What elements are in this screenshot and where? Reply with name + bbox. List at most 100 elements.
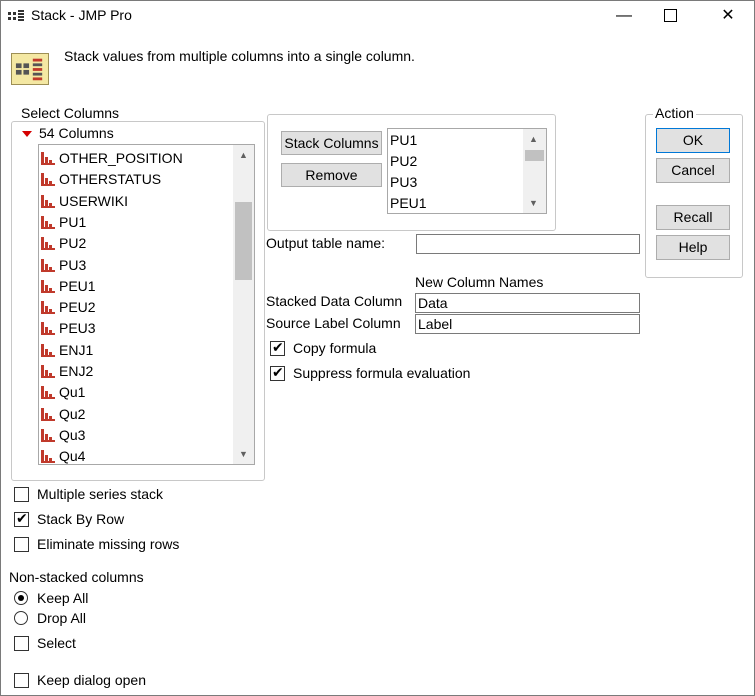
continuous-column-icon [41,343,55,357]
continuous-column-icon [41,258,55,272]
continuous-column-icon [41,173,55,187]
column-list-item-label: PU2 [59,235,87,252]
stacked-column-item-label: PU2 [390,153,418,169]
checkmark-icon: ✔ [272,339,284,355]
action-label: Action [653,105,696,121]
column-list-item[interactable]: OTHERSTATUS [39,169,233,190]
column-list-item[interactable]: ENJ1 [39,340,233,361]
cancel-button[interactable]: Cancel [656,158,730,183]
output-table-name-label: Output table name: [266,235,386,251]
remove-button[interactable]: Remove [281,163,382,187]
recall-button[interactable]: Recall [656,205,730,230]
continuous-column-icon [41,279,55,293]
stack-by-row-checkbox[interactable]: ✔ [14,510,29,527]
suppress-formula-evaluation-checkbox[interactable]: ✔ [270,364,285,381]
close-button[interactable]: ✕ [705,1,751,31]
copy-formula-label: Copy formula [293,340,377,356]
column-list-item[interactable]: PU3 [39,255,233,276]
help-button[interactable]: Help [656,235,730,260]
stack-platform-icon [11,53,49,85]
column-list-item-label: Qu1 [59,384,86,401]
multiple-series-stack-label: Multiple series stack [37,486,164,502]
scroll-thumb[interactable] [235,202,252,280]
drop-all-radio[interactable] [14,611,28,625]
column-list-item-label: PEU1 [59,277,96,294]
keep-dialog-open-label: Keep dialog open [37,672,146,688]
stack-columns-button[interactable]: Stack Columns [281,131,382,155]
continuous-column-icon [41,450,55,464]
ok-button[interactable]: OK [656,128,730,153]
checkmark-icon: ✔ [272,364,284,380]
keep-all-radio[interactable] [14,591,28,605]
source-label-column-label: Source Label Column [266,315,401,331]
column-list-item[interactable]: PEU2 [39,297,233,318]
column-list-item[interactable]: PU1 [39,212,233,233]
keep-all-label: Keep All [37,590,89,606]
suppress-formula-evaluation-label: Suppress formula evaluation [293,365,471,381]
source-label-column-field[interactable]: Label [415,314,640,334]
copy-formula-checkbox[interactable]: ✔ [270,339,285,356]
column-list-item-label: ENJ2 [59,363,94,379]
continuous-column-icon [41,194,55,208]
column-list-item[interactable]: OTHER_POSITION [39,148,233,169]
continuous-column-icon [41,365,55,378]
stacked-column-item-label: PU3 [390,174,418,190]
close-icon: ✕ [721,7,735,24]
column-list-item-label: PU3 [59,256,87,273]
multiple-series-stack-checkbox[interactable] [14,487,29,502]
scroll-up-arrow-icon[interactable]: ▲ [523,130,544,148]
column-list-item-label: PEU2 [59,299,96,316]
stacked-column-item-label: PEU1 [390,195,427,211]
continuous-column-icon [41,386,55,400]
column-list-item[interactable]: USERWIKI [39,191,233,212]
column-list-item[interactable]: ENJ2 [39,361,233,382]
scroll-down-arrow-icon[interactable]: ▼ [233,445,254,463]
column-list-item-label: OTHER_POSITION [59,150,183,166]
stack-by-row-label: Stack By Row [37,511,125,527]
stacked-column-item[interactable]: PU3 [390,172,520,193]
select-columns-label: Select Columns [19,105,122,121]
output-table-name-field[interactable] [416,234,640,254]
select-label: Select [37,635,76,651]
column-list-item[interactable]: Qu3 [39,425,233,446]
select-columns-list[interactable]: OTHER_POSITION OTHERSTATUS USERWIKI PU1 PU2 P… [38,144,255,465]
stacked-data-column-field[interactable]: Data [415,293,640,313]
column-list-item[interactable]: PU2 [39,233,233,254]
stacked-column-item[interactable]: PU2 [390,151,520,172]
title-bar[interactable]: Stack - JMP Pro — ✕ [1,1,754,31]
scroll-thumb[interactable] [525,150,544,161]
stacked-column-item[interactable]: PU1 [390,130,520,151]
keep-dialog-open-checkbox[interactable] [14,673,29,688]
eliminate-missing-rows-checkbox[interactable] [14,537,29,552]
column-list-item-label: Qu3 [59,426,86,443]
continuous-column-icon [41,428,55,442]
column-list-item[interactable]: Qu4 [39,446,233,464]
column-list-item-label: OTHERSTATUS [59,171,162,188]
select-columns-scrollbar[interactable]: ▲ ▼ [233,145,254,464]
minimize-button[interactable]: — [601,1,647,31]
minimize-icon: — [616,7,632,24]
stacked-columns-list[interactable]: PU1 PU2 PU3 PEU1 ▲ ▼ [387,128,547,214]
stacked-column-item-label: PU1 [390,132,418,148]
column-count-menu-icon[interactable] [21,127,33,139]
stack-app-icon [8,10,24,21]
continuous-column-icon [41,301,55,315]
maximize-button[interactable] [647,1,693,31]
column-list-item-label: PEU3 [59,320,96,337]
column-list-item[interactable]: PEU1 [39,276,233,297]
continuous-column-icon [41,215,55,229]
scroll-up-arrow-icon[interactable]: ▲ [233,146,254,164]
column-count-label: 54 Columns [39,125,114,141]
stacked-list-scrollbar[interactable]: ▲ ▼ [523,129,546,213]
stacked-column-item[interactable]: PEU1 [390,193,520,213]
select-checkbox[interactable] [14,636,29,651]
checkmark-icon: ✔ [16,510,28,526]
stack-dialog-window: Stack - JMP Pro — ✕ Stack values from mu… [0,0,755,696]
window-title: Stack - JMP Pro [31,7,132,23]
new-column-names-header: New Column Names [415,274,544,290]
column-list-item[interactable]: Qu2 [39,404,233,425]
column-list-item[interactable]: Qu1 [39,382,233,403]
drop-all-label: Drop All [37,610,87,626]
scroll-down-arrow-icon[interactable]: ▼ [523,194,544,212]
column-list-item[interactable]: PEU3 [39,318,233,339]
